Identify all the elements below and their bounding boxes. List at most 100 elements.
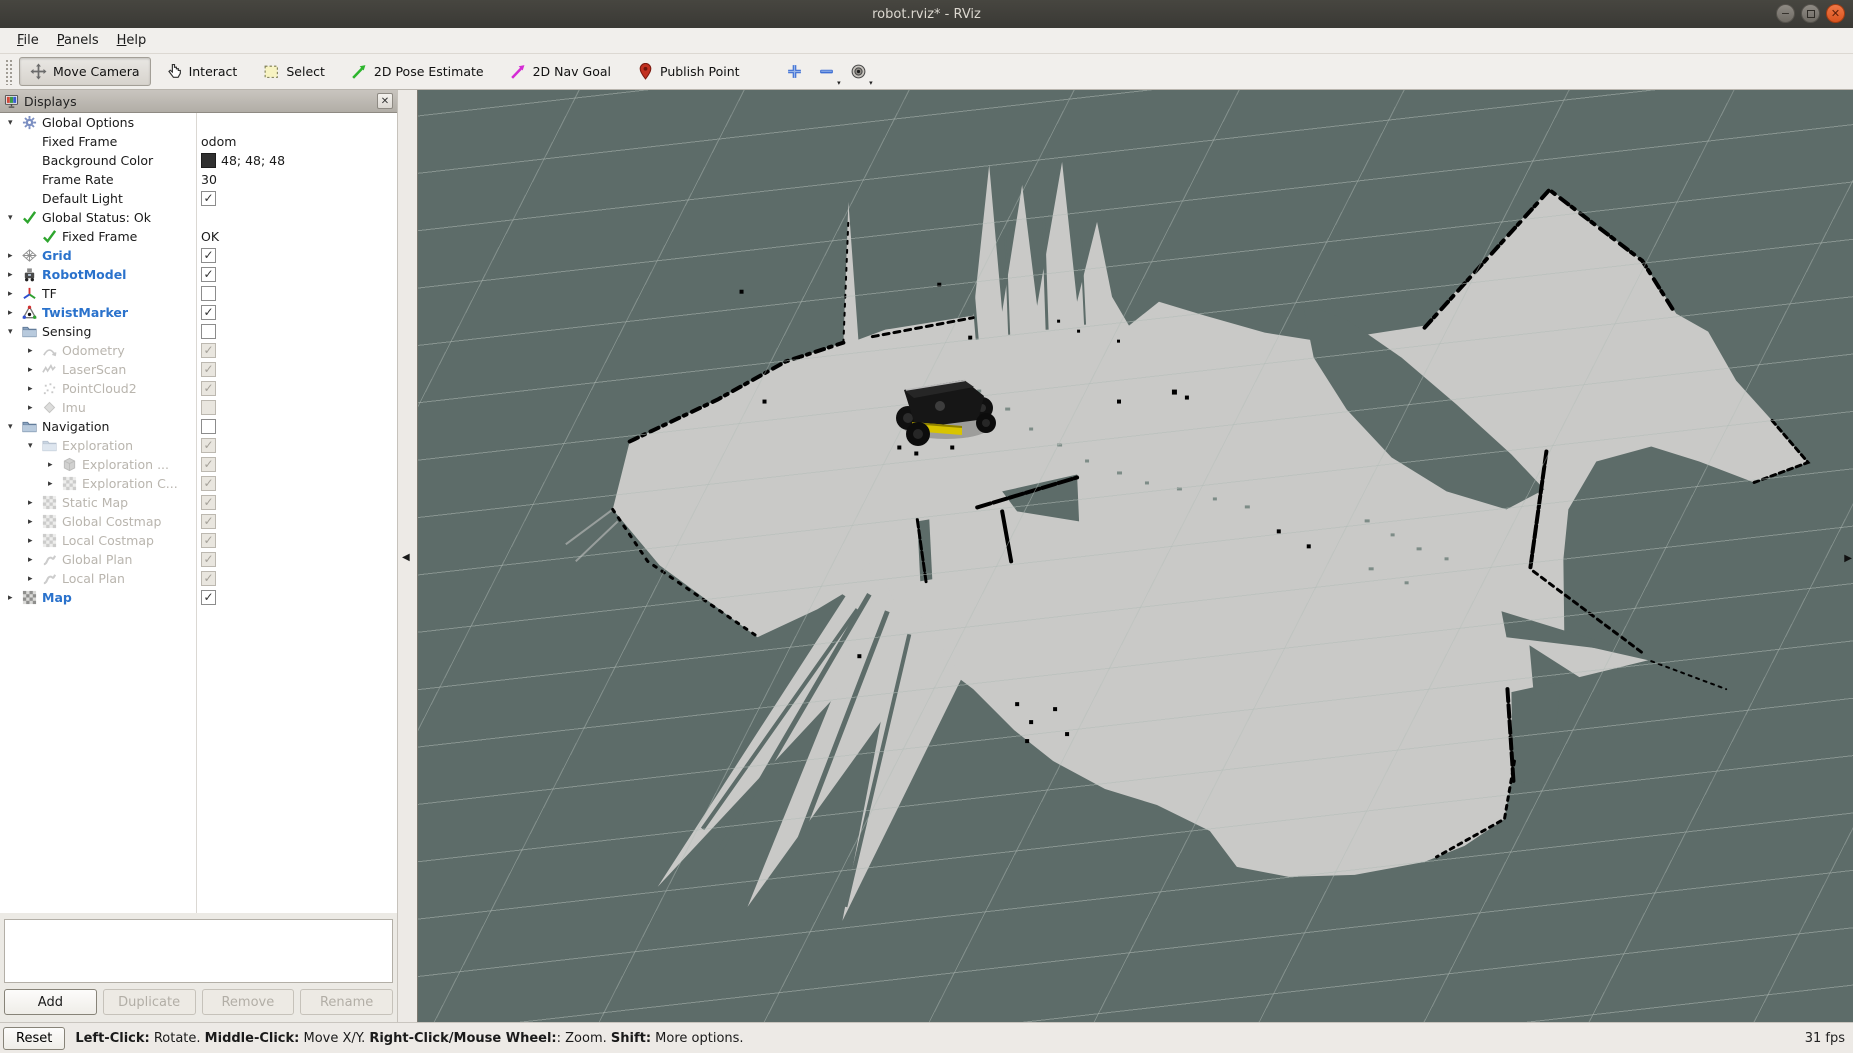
property-value[interactable]: ✓ [201, 265, 216, 284]
enable-checkbox[interactable] [201, 419, 216, 434]
enable-checkbox[interactable]: ✓ [201, 267, 216, 282]
view-zoom-in-button[interactable] [781, 58, 809, 86]
property-value[interactable]: ✓ [201, 550, 216, 569]
property-value[interactable]: ✓ [201, 569, 216, 588]
collapse-icon[interactable]: ▾ [8, 422, 22, 432]
expand-icon[interactable]: ▸ [8, 270, 22, 280]
expand-icon[interactable]: ▸ [8, 308, 22, 318]
display-row-exploration-c[interactable]: ▸Exploration C...✓ [0, 474, 397, 493]
display-row-global-plan[interactable]: ▸Global Plan✓ [0, 550, 397, 569]
view-focus-camera-button[interactable]: ▾ [845, 58, 873, 86]
display-row-frame-rate[interactable]: Frame Rate30 [0, 170, 397, 189]
collapse-icon[interactable]: ▾ [28, 441, 42, 451]
property-value[interactable]: ✓ [201, 360, 216, 379]
property-value[interactable]: ✓ [201, 246, 216, 265]
viewport-3d[interactable]: ▶ [417, 90, 1853, 1022]
display-row-exploration[interactable]: ▸Exploration ...✓ [0, 455, 397, 474]
property-value[interactable]: ✓ [201, 455, 216, 474]
enable-checkbox[interactable]: ✓ [201, 590, 216, 605]
expand-icon[interactable]: ▸ [28, 346, 42, 356]
enable-checkbox[interactable] [201, 324, 216, 339]
collapse-icon[interactable]: ▾ [8, 118, 22, 128]
display-row-laserscan[interactable]: ▸LaserScan✓ [0, 360, 397, 379]
maximize-button[interactable] [1801, 4, 1820, 23]
property-value[interactable]: ✓ [201, 512, 216, 531]
expand-icon[interactable]: ▸ [8, 593, 22, 603]
display-row-global-costmap[interactable]: ▸Global Costmap✓ [0, 512, 397, 531]
collapse-icon[interactable]: ▾ [8, 213, 22, 223]
property-value[interactable] [201, 322, 216, 341]
reset-button[interactable]: Reset [3, 1027, 65, 1050]
dropdown-arrow-icon[interactable]: ▾ [869, 79, 873, 87]
property-value[interactable]: ✓ [201, 531, 216, 550]
property-value[interactable] [201, 284, 216, 303]
property-value[interactable]: ✓ [201, 303, 216, 322]
display-row-static-map[interactable]: ▸Static Map✓ [0, 493, 397, 512]
enable-checkbox[interactable]: ✓ [201, 305, 216, 320]
property-value[interactable]: 48; 48; 48 [201, 151, 285, 170]
expand-icon[interactable]: ▸ [48, 479, 62, 489]
displays-panel-header[interactable]: Displays ✕ [0, 90, 397, 113]
property-value[interactable]: ✓ [201, 189, 216, 208]
property-value[interactable]: ✓ [201, 379, 216, 398]
dropdown-arrow-icon[interactable]: ▾ [837, 79, 841, 87]
display-row-local-costmap[interactable]: ▸Local Costmap✓ [0, 531, 397, 550]
menu-help[interactable]: Help [108, 30, 156, 51]
collapse-icon[interactable]: ▾ [8, 327, 22, 337]
property-value[interactable]: ✓ [201, 493, 216, 512]
tool-move-camera[interactable]: Move Camera [19, 57, 151, 86]
display-row-background-color[interactable]: Background Color48; 48; 48 [0, 151, 397, 170]
expand-icon[interactable]: ▸ [8, 289, 22, 299]
expand-icon[interactable]: ▸ [28, 498, 42, 508]
display-row-fixed-frame[interactable]: Fixed Frameodom [0, 132, 397, 151]
display-row-tf[interactable]: ▸TF [0, 284, 397, 303]
expand-icon[interactable]: ▸ [28, 536, 42, 546]
expand-icon[interactable]: ▸ [8, 251, 22, 261]
property-value[interactable]: ✓ [201, 588, 216, 607]
tool-select[interactable]: Select [252, 57, 336, 86]
expand-icon[interactable]: ▸ [28, 517, 42, 527]
display-row-local-plan[interactable]: ▸Local Plan✓ [0, 569, 397, 588]
enable-checkbox[interactable] [201, 286, 216, 301]
property-value[interactable]: ✓ [201, 436, 216, 455]
display-row-fixed-frame[interactable]: Fixed FrameOK [0, 227, 397, 246]
property-value[interactable] [201, 398, 216, 417]
add-button[interactable]: Add [4, 989, 97, 1015]
menu-panels[interactable]: Panels [48, 30, 108, 51]
expand-icon[interactable]: ▸ [28, 384, 42, 394]
view-zoom-out-button[interactable]: ▾ [813, 58, 841, 86]
property-value[interactable]: ✓ [201, 474, 216, 493]
minimize-button[interactable]: − [1776, 4, 1795, 23]
display-row-robotmodel[interactable]: ▸RobotModel✓ [0, 265, 397, 284]
tool-interact[interactable]: Interact [155, 57, 249, 86]
property-value[interactable]: odom [201, 132, 236, 151]
toolbar-drag-handle[interactable] [5, 59, 12, 85]
panel-close-button[interactable]: ✕ [377, 93, 393, 109]
close-button[interactable]: ✕ [1826, 4, 1845, 23]
collapse-right-icon[interactable]: ▶ [1844, 553, 1852, 564]
expand-icon[interactable]: ▸ [28, 365, 42, 375]
display-row-default-light[interactable]: Default Light✓ [0, 189, 397, 208]
display-row-exploration[interactable]: ▾Exploration✓ [0, 436, 397, 455]
tool-publish-point[interactable]: Publish Point [626, 57, 751, 86]
collapse-left-icon[interactable]: ◀ [402, 553, 410, 563]
expand-icon[interactable]: ▸ [28, 574, 42, 584]
enable-checkbox[interactable]: ✓ [201, 191, 216, 206]
property-value[interactable]: ✓ [201, 341, 216, 360]
expand-icon[interactable]: ▸ [28, 555, 42, 565]
panel-splitter[interactable]: ◀ [398, 90, 417, 1022]
display-row-navigation[interactable]: ▾Navigation [0, 417, 397, 436]
display-row-global-options[interactable]: ▾Global Options [0, 113, 397, 132]
display-row-map[interactable]: ▸Map✓ [0, 588, 397, 607]
display-row-grid[interactable]: ▸Grid✓ [0, 246, 397, 265]
display-row-sensing[interactable]: ▾Sensing [0, 322, 397, 341]
display-row-pointcloud2[interactable]: ▸PointCloud2✓ [0, 379, 397, 398]
display-row-global-status-ok[interactable]: ▾Global Status: Ok [0, 208, 397, 227]
enable-checkbox[interactable]: ✓ [201, 248, 216, 263]
expand-icon[interactable]: ▸ [28, 403, 42, 413]
display-row-twistmarker[interactable]: ▸TwistMarker✓ [0, 303, 397, 322]
tool-2d-nav-goal[interactable]: 2D Nav Goal [499, 57, 622, 86]
tool-2d-pose-estimate[interactable]: 2D Pose Estimate [340, 57, 495, 86]
property-value[interactable]: OK [201, 227, 219, 246]
property-value[interactable] [201, 417, 216, 436]
